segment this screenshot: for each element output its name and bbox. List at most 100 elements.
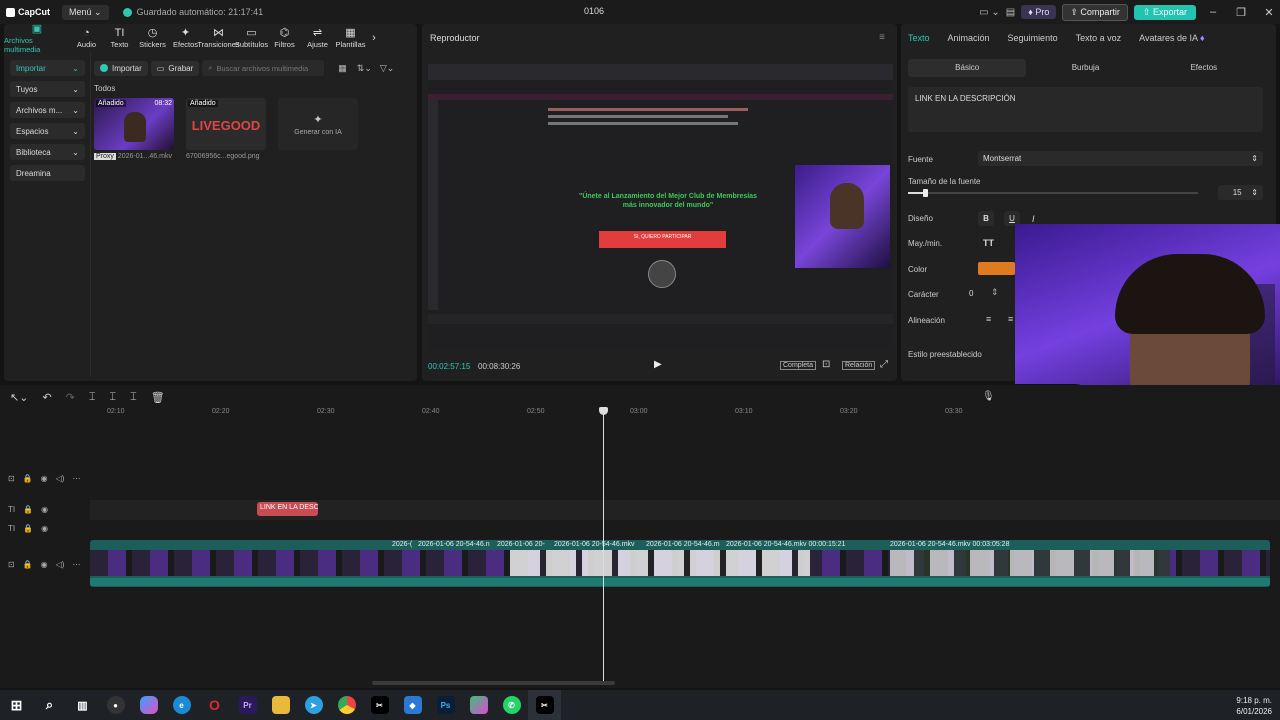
tab-animation[interactable]: Animación [948,33,990,43]
tab-adjust[interactable]: ⇌ Ajuste [301,24,334,52]
app-icon[interactable]: ◆ [396,690,429,720]
share-button[interactable]: ⇪ Compartir [1062,3,1128,21]
microphone-icon[interactable]: 🎙 [982,391,995,402]
sort-icon[interactable]: ⇅⌄ [357,63,372,74]
tab-text[interactable]: TI Texto [103,24,136,52]
redo-icon[interactable]: ↷ [66,391,75,404]
playhead[interactable] [603,407,604,682]
bold-button[interactable]: B [978,211,994,226]
stepper-icon[interactable]: ⇕ [991,287,999,298]
tab-audio[interactable]: ◔ Audio [70,24,103,52]
font-select[interactable]: Montserrat ⇕ [978,151,1263,166]
eye-icon[interactable]: ◉ [41,560,48,569]
filter-icon[interactable]: ▽⌄ [380,63,394,74]
character-spacing-input[interactable]: 0 [969,289,973,298]
more-tabs-icon[interactable]: › [367,24,381,52]
search-icon[interactable]: ⌕ [33,690,66,720]
chrome-icon[interactable] [330,690,363,720]
slider-handle[interactable] [922,189,928,197]
audio-icon[interactable]: ◁) [56,560,65,569]
edge-icon[interactable]: e [165,690,198,720]
file-explorer-icon[interactable] [264,690,297,720]
capcut-icon[interactable]: ✂ [363,690,396,720]
play-icon[interactable]: ▶ [654,359,662,370]
video-preview[interactable]: "Únete al Lanzamiento del Mejor Club de … [428,64,893,350]
tab-templates[interactable]: ▦ Plantillas [334,24,367,52]
align-center-icon[interactable]: ≡ [1008,314,1013,324]
sidebar-item-dreamina[interactable]: Dreamina [10,165,85,181]
tab-text[interactable]: Texto [908,33,930,43]
text-clip[interactable]: LINK EN LA DESCR [257,502,318,516]
crop-icon[interactable]: ⊡ [822,359,830,370]
layout-icon[interactable]: ▭ ⌄ [979,7,1000,18]
font-size-input[interactable]: 15 ⇕ [1218,185,1263,200]
lock-icon[interactable]: 🔒 [23,560,33,569]
align-left-icon[interactable]: ≡ [986,314,991,324]
windows-start-icon[interactable]: ⊞ [0,690,33,720]
close-icon[interactable]: ✕ [1258,6,1280,19]
lock-icon[interactable]: 🔒 [23,474,33,483]
lock-icon[interactable]: 🔒 [23,524,33,533]
tab-tracking[interactable]: Seguimiento [1008,33,1058,43]
capcut-active-icon[interactable]: ✂ [528,690,561,720]
project-title[interactable]: 0106 [584,6,604,16]
tab-filters[interactable]: ⌬ Filtros [268,24,301,52]
text-content-input[interactable]: LINK EN LA DESCRIPCIÓN [908,87,1263,132]
photos-icon[interactable] [462,690,495,720]
undo-icon[interactable]: ↶ [42,391,51,404]
system-clock[interactable]: 9:18 p. m. 6/01/2026 [1236,695,1272,717]
subtab-basic[interactable]: Básico [908,59,1027,77]
case-button[interactable]: TT [983,238,994,248]
split-right-icon[interactable]: ⌶ [130,391,137,404]
delete-icon[interactable]: 🗑 [151,391,165,404]
generate-ai-button[interactable]: ✦ Generar con IA [278,98,358,150]
search-input[interactable]: ⌕ Buscar archivos multimedia [202,60,325,76]
sidebar-item-library[interactable]: Biblioteca ⌄ [10,144,85,160]
select-tool-icon[interactable]: ↖⌄ [10,391,28,404]
timeline-scrollbar[interactable] [372,681,615,685]
sidebar-item-import[interactable]: Importar ⌄ [10,60,85,76]
time-ruler[interactable]: 02:10 02:20 02:30 02:40 02:50 03:00 03:1… [90,405,1280,419]
more-icon[interactable]: ⋯ [72,474,80,483]
ratio-button[interactable]: Relación [842,361,876,370]
split-icon[interactable]: ⌶ [89,391,96,404]
premiere-icon[interactable]: Pr [231,690,264,720]
whatsapp-icon[interactable]: ✆ [495,690,528,720]
subtab-effects[interactable]: Efectos [1145,59,1263,77]
shortcuts-icon[interactable]: ▤ [1006,7,1015,18]
sidebar-item-spaces[interactable]: Espacios ⌄ [10,123,85,139]
split-left-icon[interactable]: ⌶ [109,391,116,404]
menu-button[interactable]: Menú ⌄ [62,4,109,20]
photoshop-icon[interactable]: Ps [429,690,462,720]
tab-media[interactable]: ▣ Archivos multimedia [4,23,70,54]
font-size-slider[interactable] [908,189,1198,197]
tab-stickers[interactable]: ◷ Stickers [136,24,169,52]
telegram-icon[interactable]: ➤ [297,690,330,720]
sidebar-item-yours[interactable]: Tuyos ⌄ [10,81,85,97]
tab-ai-avatars[interactable]: Avatares de IA ♦ [1139,33,1204,43]
pro-button[interactable]: ♦ Pro [1021,5,1057,19]
task-view-icon[interactable]: ▥ [66,690,99,720]
maximize-icon[interactable]: ❐ [1230,6,1252,19]
full-quality-button[interactable]: Completa [780,361,816,370]
obs-icon[interactable]: ● [99,690,132,720]
audio-icon[interactable]: ◁) [56,474,65,483]
italic-button[interactable]: I [1032,214,1035,224]
lock-icon[interactable]: 🔒 [23,505,33,514]
player-menu-icon[interactable]: ≡ [879,32,885,43]
opera-icon[interactable]: O [198,690,231,720]
grid-view-icon[interactable]: ▦ [338,63,347,74]
record-button[interactable]: ▭ Grabar [150,60,200,76]
subtab-bubble[interactable]: Burbuja [1026,59,1144,77]
eye-icon[interactable]: ◉ [41,524,48,533]
tab-subtitles[interactable]: ▭ Subtítulos [235,24,268,52]
copilot-icon[interactable] [132,690,165,720]
more-icon[interactable]: ⋯ [72,560,80,569]
minimize-icon[interactable]: – [1202,6,1224,18]
eye-icon[interactable]: ◉ [41,474,48,483]
sidebar-item-files[interactable]: Archivos m... ⌄ [10,102,85,118]
color-swatch[interactable] [978,262,1015,275]
media-item-image[interactable]: Añadido LIVEGOOD 67006956c...egood.png [186,98,266,160]
tab-transitions[interactable]: ⋈ Transiciones [197,24,239,52]
media-item-video[interactable]: Añadido 08:32 Proxy 2026-01...46.mkv [94,98,174,160]
